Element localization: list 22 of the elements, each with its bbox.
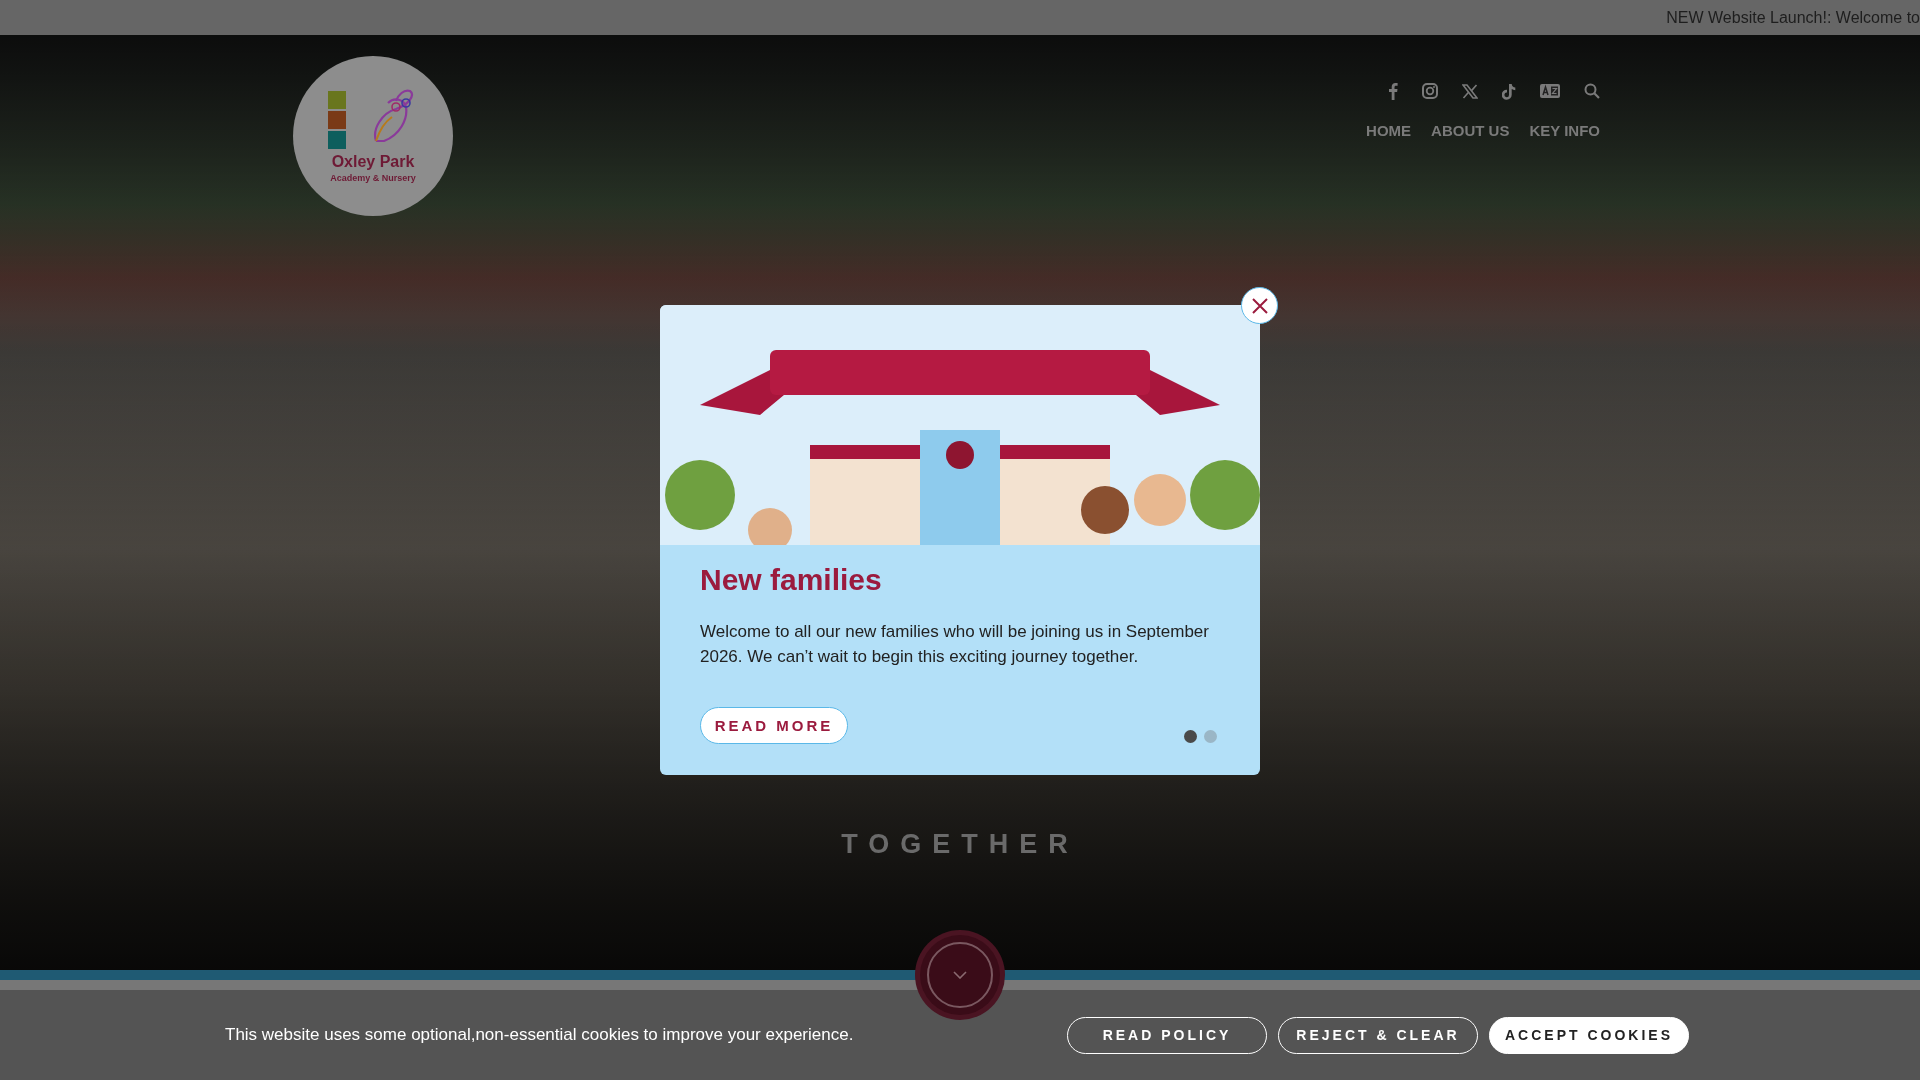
popup-text: Welcome to all our new families who will be joining us in September 2026. We can’t wait to begin this exciting journey together. [700,621,1210,668]
instagram-icon[interactable] [1422,83,1438,99]
read-more-button[interactable]: READ MORE [700,707,848,744]
nav-link[interactable]: ABOUT US [1431,122,1510,139]
cookie-button[interactable]: ACCEPT COOKIES [1489,1016,1689,1054]
carousel-dot[interactable] [1204,730,1217,743]
music-note-icon[interactable] [1502,82,1516,100]
hero-tagline: TOGETHER [841,829,1079,860]
search-icon[interactable] [1584,83,1600,99]
cookie-message: This website uses some optional,non-essential cookies to improve your experience. [225,1025,855,1045]
x-logo-icon[interactable] [1462,83,1478,99]
close-icon [1251,297,1268,314]
logo-title: Oxley Park [331,153,415,171]
facebook-icon[interactable] [1388,82,1398,100]
carousel-dot[interactable] [1184,730,1197,743]
nav-link[interactable]: KEY INFO [1529,122,1600,139]
popup-title: New families [700,563,883,597]
nav-link[interactable]: HOME [1366,122,1412,139]
logo-subtitle: Academy & Nursery [330,173,416,183]
translate-icon[interactable] [1540,84,1560,98]
announcement-text: NEW Website Launch!: Welcome to [1666,8,1920,27]
chevron-down-icon [953,971,967,979]
